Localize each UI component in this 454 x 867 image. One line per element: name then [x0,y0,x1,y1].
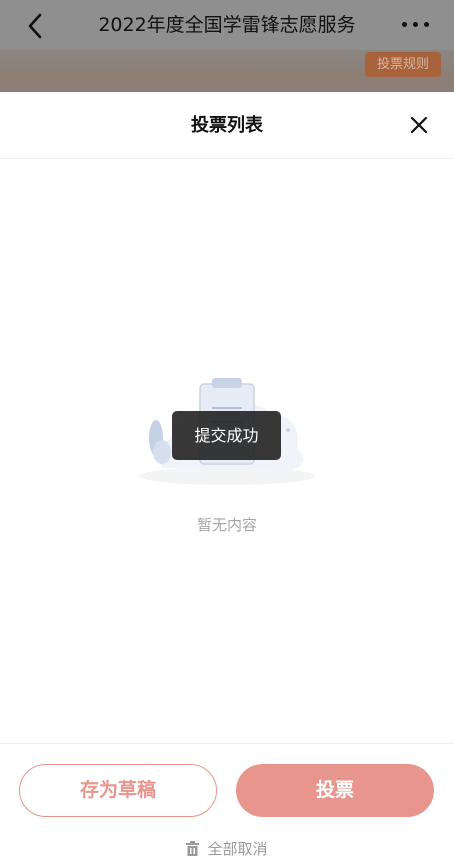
vote-list-header: 投票列表 [0,92,454,159]
vote-list-title: 投票列表 [191,115,263,136]
close-icon[interactable] [410,116,428,134]
footer-actions: 存为草稿 投票 全部取消 [0,743,454,867]
save-draft-button[interactable]: 存为草稿 [19,764,217,817]
empty-state-text: 暂无内容 [196,516,257,534]
success-toast: 提交成功 [172,411,281,460]
page-title: 2022年度全国学雷锋志愿服务 [98,14,356,36]
more-options-icon[interactable] [402,22,430,30]
vote-button[interactable]: 投票 [236,764,434,817]
vote-rules-button[interactable]: 投票规则 [365,52,441,77]
nav-bar: 2022年度全国学雷锋志愿服务 [0,0,454,50]
cancel-all-button[interactable]: 全部取消 [0,838,454,860]
cancel-all-label: 全部取消 [207,840,268,858]
trash-icon [186,841,200,856]
back-arrow-icon[interactable] [24,12,48,40]
top-navigation: 2022年度全国学雷锋志愿服务 投票规则 [0,0,454,92]
